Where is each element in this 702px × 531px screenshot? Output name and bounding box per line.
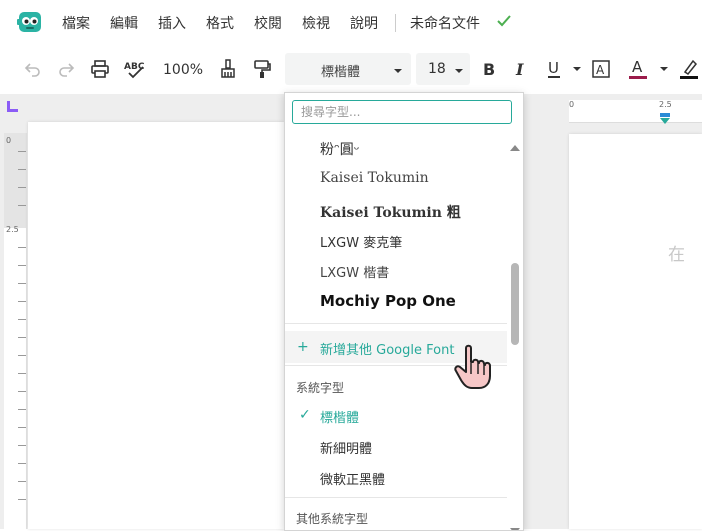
menu-divider [395, 14, 396, 32]
font-dropdown: 粉ᵔ圓ᵕ Kaisei Tokumin Kaisei Tokumin 粗 LXG… [284, 92, 524, 531]
svg-text:ABC: ABC [124, 62, 145, 72]
menu-edit[interactable]: 編輯 [110, 13, 138, 33]
ruler-tick [18, 283, 26, 284]
font-family-select[interactable]: 標楷體 [285, 53, 411, 85]
scroll-thumb[interactable] [511, 263, 519, 345]
font-family-value: 標楷體 [321, 65, 361, 80]
ruler-tick [18, 151, 26, 152]
indent-marker-icon[interactable] [660, 110, 670, 129]
selected-check-icon: ✓ [299, 407, 311, 423]
dropdown-scrollbar[interactable] [508, 131, 522, 530]
bold-icon[interactable]: B [478, 58, 500, 80]
scroll-up-icon[interactable] [510, 137, 520, 156]
ruler-tick [18, 373, 26, 374]
page-text-fragment: 在 [668, 245, 685, 265]
spellcheck-icon[interactable]: ABC [123, 58, 145, 80]
menu-insert[interactable]: 插入 [158, 13, 186, 33]
chevron-down-icon [393, 62, 403, 81]
zoom-level[interactable]: 100% [163, 62, 203, 78]
underline-icon[interactable]: U [544, 58, 566, 80]
text-box-icon[interactable]: A [590, 58, 612, 80]
menu-review[interactable]: 校閱 [254, 13, 282, 33]
ruler-tick [18, 187, 26, 188]
toolbar: ABC 100% 標楷體 18 B I U A A [0, 46, 702, 94]
ruler-label: 2.5 [6, 225, 19, 234]
document-page[interactable] [569, 134, 702, 529]
ruler-tick [18, 391, 26, 392]
ruler-tick [18, 265, 26, 266]
paint-format-icon[interactable] [251, 58, 273, 80]
ruler-tick [18, 205, 26, 206]
font-option[interactable]: 微軟正黑體 [320, 469, 385, 488]
horizontal-ruler: 0 2.5 [569, 100, 702, 124]
ruler-tick [18, 481, 26, 482]
menu-file[interactable]: 檔案 [62, 13, 90, 33]
ruler-tick [18, 463, 26, 464]
ruler-tick [18, 169, 26, 170]
menu-bar: 檔案 編輯 插入 格式 校閱 檢視 說明 未命名文件 [0, 0, 702, 46]
text-color-icon[interactable]: A [627, 58, 649, 80]
ruler-tick [18, 409, 26, 410]
highlight-pen-icon[interactable] [678, 58, 700, 80]
redo-icon[interactable] [55, 58, 77, 80]
ruler-label: 0 [6, 136, 12, 145]
chevron-down-icon[interactable] [566, 58, 588, 80]
svg-text:U: U [548, 59, 559, 77]
scroll-down-icon[interactable] [510, 520, 520, 530]
document-page-left[interactable] [28, 122, 284, 529]
font-search-input[interactable] [292, 100, 512, 124]
print-icon[interactable] [89, 58, 111, 80]
menu-help[interactable]: 說明 [350, 13, 378, 33]
font-size-value: 18 [428, 61, 446, 77]
document-title[interactable]: 未命名文件 [410, 13, 480, 33]
ruler-tick [18, 499, 26, 500]
chevron-down-icon [454, 62, 464, 81]
undo-icon[interactable] [22, 58, 44, 80]
menu-view[interactable]: 檢視 [302, 13, 330, 33]
font-option[interactable]: LXGW 楷書 [320, 262, 389, 281]
font-option[interactable]: LXGW 麥克筆 [320, 232, 402, 251]
font-option[interactable]: 粉ᵔ圓ᵕ [320, 139, 360, 159]
ruler-margin [4, 133, 26, 228]
divider [285, 497, 507, 498]
font-option[interactable]: 新細明體 [320, 438, 372, 457]
ruler-tick [18, 337, 26, 338]
vertical-ruler: 0 2.5 [4, 133, 27, 529]
saved-check-icon [496, 13, 512, 29]
clear-format-icon[interactable] [217, 58, 239, 80]
font-option[interactable]: Kaisei Tokumin [320, 170, 429, 186]
ruler-label: 0 [569, 100, 575, 109]
ruler-tick [18, 247, 26, 248]
plus-icon: + [297, 339, 309, 355]
other-fonts-heading: 其他系統字型 [296, 512, 369, 526]
font-option[interactable]: Kaisei Tokumin 粗 [320, 202, 461, 222]
ruler-tick [18, 301, 26, 302]
ruler-tick [18, 319, 26, 320]
ruler-corner-icon [7, 101, 18, 112]
font-option-selected[interactable]: 標楷體 [320, 407, 359, 426]
add-google-font-label: 新增其他 Google Font [320, 343, 455, 358]
divider [285, 323, 507, 324]
ruler-label: 2.5 [659, 100, 672, 109]
app-logo-icon[interactable] [17, 10, 43, 34]
svg-text:A: A [632, 58, 643, 76]
italic-icon[interactable]: I [511, 58, 533, 80]
ruler-tick [18, 445, 26, 446]
menu-format[interactable]: 格式 [206, 13, 234, 33]
font-option[interactable]: Mochiy Pop One [320, 292, 456, 310]
chevron-down-icon[interactable] [653, 58, 675, 80]
ruler-tick [18, 427, 26, 428]
svg-text:I: I [515, 60, 524, 78]
ruler-tick [18, 355, 26, 356]
system-fonts-heading: 系統字型 [296, 381, 345, 395]
svg-text:A: A [596, 63, 605, 77]
hand-cursor-icon [453, 344, 493, 390]
font-size-select[interactable]: 18 [416, 53, 470, 85]
svg-text:B: B [483, 60, 495, 78]
